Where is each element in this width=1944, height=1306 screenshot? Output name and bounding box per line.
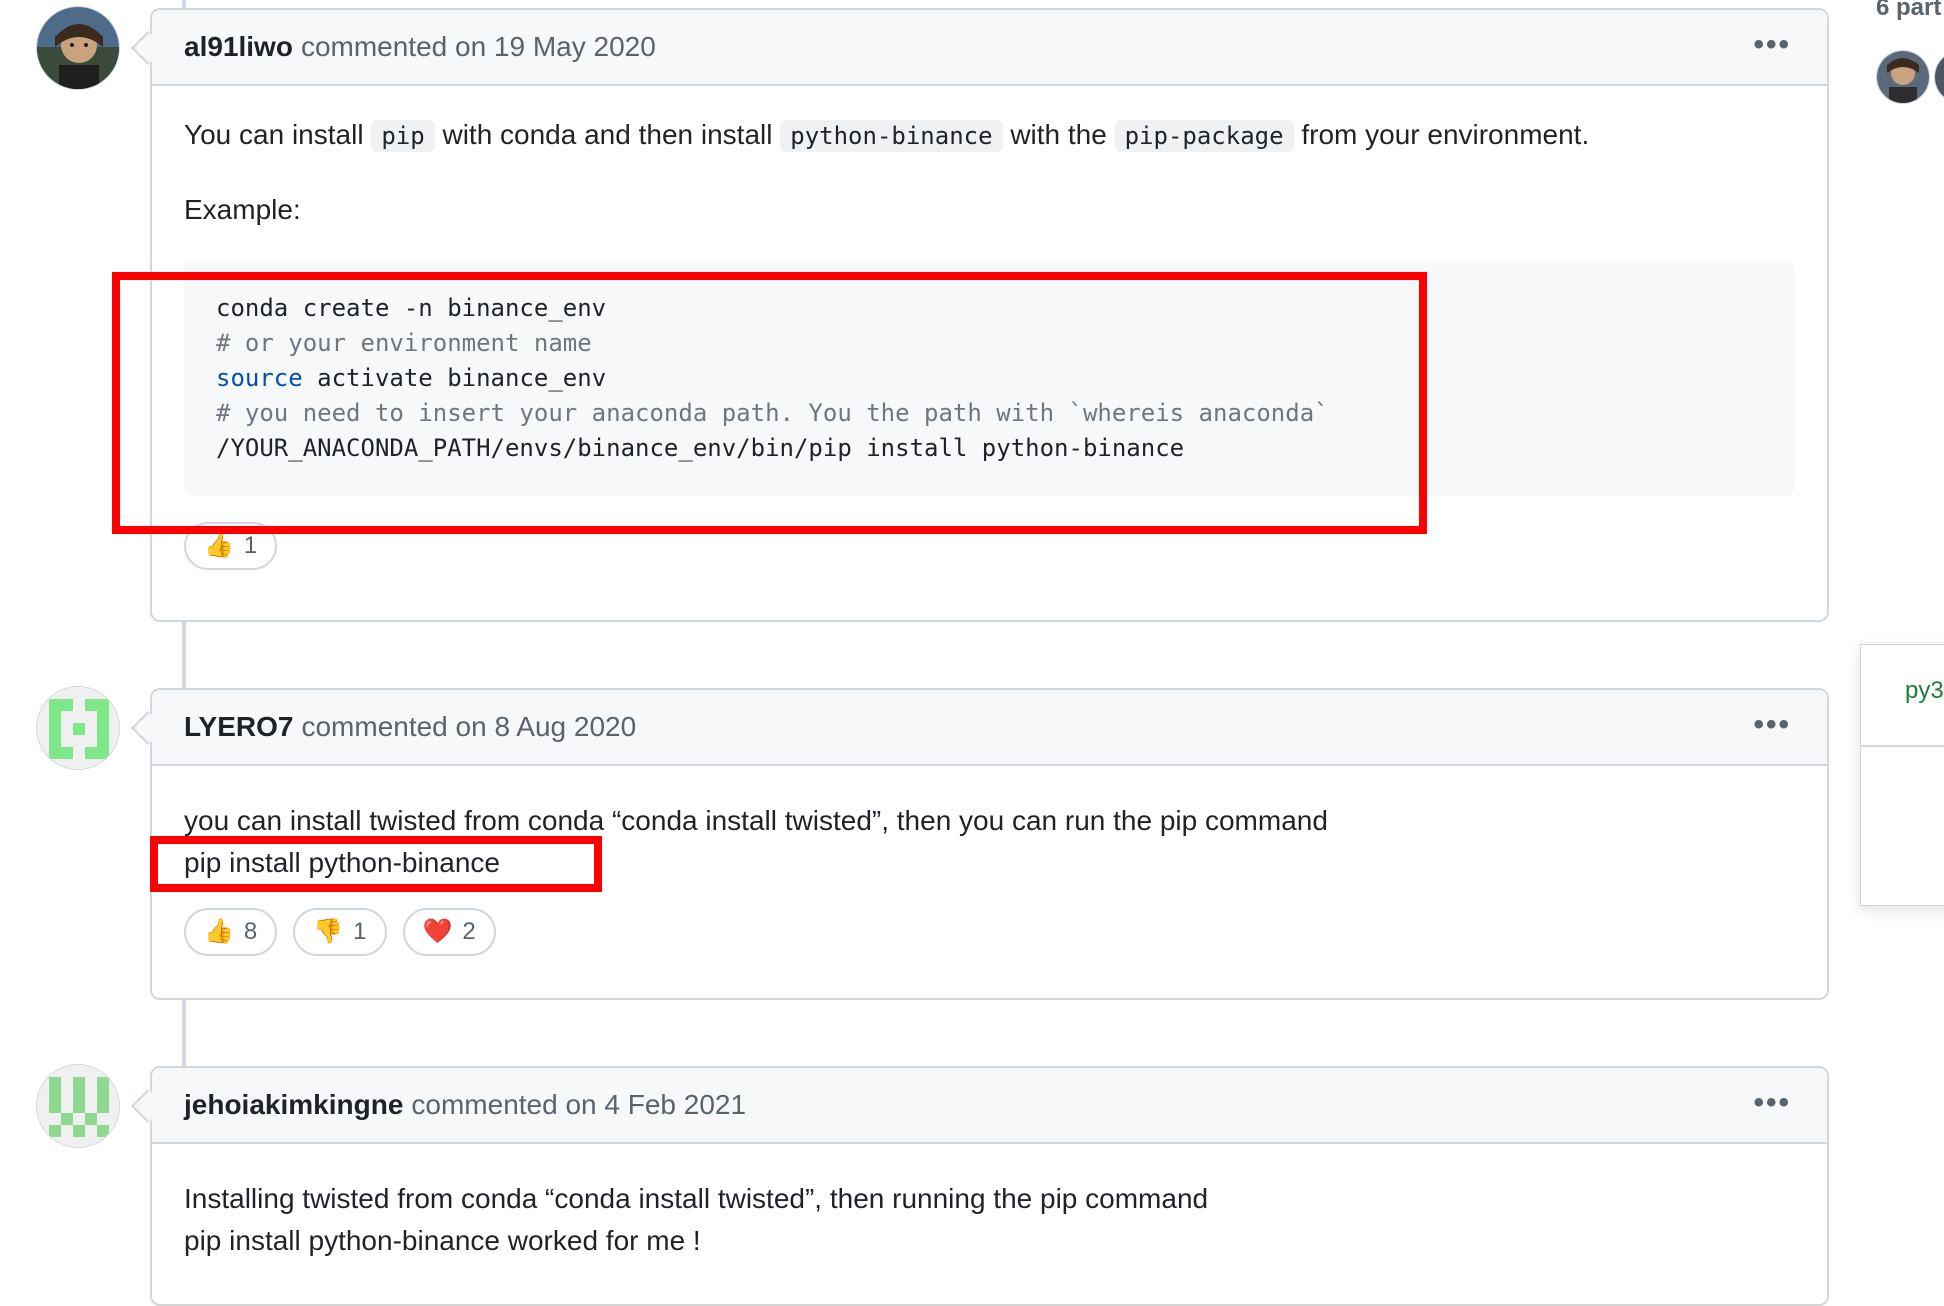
text-segment: with conda and then install xyxy=(442,119,773,150)
comment-card: jehoiakimkingne commented on 4 Feb 2021 … xyxy=(150,1066,1829,1306)
comment-paragraph: pip install python-binance worked for me… xyxy=(184,1225,701,1256)
comment-timestamp[interactable]: commented on 19 May 2020 xyxy=(301,31,656,63)
author-avatar[interactable] xyxy=(36,6,120,90)
identicon-icon xyxy=(37,1065,119,1147)
side-panel: py3 xyxy=(1860,644,1944,906)
text-segment: from your environment. xyxy=(1301,119,1590,150)
timeline-line xyxy=(182,622,186,690)
photo-avatar-icon xyxy=(37,7,119,89)
reaction-heart[interactable]: ❤️ 2 xyxy=(402,908,496,956)
identicon-icon xyxy=(37,687,119,769)
example-label: Example: xyxy=(184,194,301,225)
divider xyxy=(1861,745,1944,747)
photo-avatar-icon xyxy=(1877,51,1929,103)
comment-header: al91liwo commented on 19 May 2020 ••• xyxy=(152,10,1827,86)
thumbs-down-icon: 👎 xyxy=(313,918,344,945)
author-avatar[interactable] xyxy=(36,686,120,770)
participant-avatar[interactable] xyxy=(1876,50,1930,104)
kebab-menu-icon[interactable]: ••• xyxy=(1753,30,1791,60)
reaction-thumbs-up[interactable]: 👍 8 xyxy=(184,908,278,956)
author-name[interactable]: jehoiakimkingne xyxy=(184,1089,403,1121)
timeline-line xyxy=(182,1000,186,1068)
participants-label: 6 part xyxy=(1876,0,1942,21)
reaction-thumbs-down[interactable]: 👎 1 xyxy=(293,908,387,956)
comment-body: Installing twisted from conda “conda ins… xyxy=(152,1144,1827,1262)
thumbs-up-icon: 👍 xyxy=(204,918,234,945)
comment-header: jehoiakimkingne commented on 4 Feb 2021 … xyxy=(152,1068,1827,1144)
comment-timestamp[interactable]: commented on 8 Aug 2020 xyxy=(301,711,636,743)
side-panel-text[interactable]: py3 xyxy=(1905,677,1944,705)
heart-icon: ❤️ xyxy=(422,918,453,945)
comment-paragraph: Installing twisted from conda “conda ins… xyxy=(184,1183,1209,1214)
reactions-bar: 👍 8 👎 1 ❤️ 2 xyxy=(184,908,1795,956)
author-avatar[interactable] xyxy=(36,1064,120,1148)
inline-code: pip-package xyxy=(1114,120,1294,152)
avatar-icon xyxy=(1935,51,1944,103)
comment-header: LYERO7 commented on 8 Aug 2020 ••• xyxy=(152,690,1827,766)
reaction-count: 8 xyxy=(243,918,258,945)
participant-avatar[interactable] xyxy=(1934,50,1944,104)
author-name[interactable]: LYERO7 xyxy=(184,711,293,743)
reaction-count: 1 xyxy=(353,918,367,945)
text-segment: You can install xyxy=(184,119,364,150)
comment-paragraph: You can install pip with conda and then … xyxy=(184,114,1795,157)
author-name[interactable]: al91liwo xyxy=(184,31,293,63)
inline-code: pip xyxy=(371,120,435,152)
highlight-box xyxy=(112,272,1427,534)
text-segment: with the xyxy=(1010,119,1107,150)
kebab-menu-icon[interactable]: ••• xyxy=(1753,710,1791,740)
kebab-menu-icon[interactable]: ••• xyxy=(1753,1088,1791,1118)
reaction-count: 2 xyxy=(462,918,476,945)
comment-timestamp[interactable]: commented on 4 Feb 2021 xyxy=(411,1089,746,1121)
highlight-box xyxy=(150,836,602,892)
inline-code: python-binance xyxy=(780,120,1003,152)
